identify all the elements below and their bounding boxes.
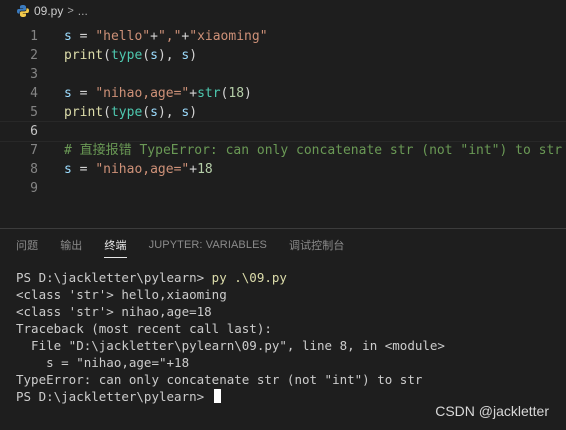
code-text: s = "nihao,age="+18: [64, 160, 213, 179]
line-number: 5: [30, 105, 38, 120]
code-token: print: [64, 48, 104, 63]
code-line[interactable]: 4s = "nihao,age="+str(18): [0, 84, 566, 103]
line-number: 8: [30, 162, 38, 177]
code-token: type: [110, 105, 143, 120]
code-token: s: [64, 86, 72, 101]
bottom-panel: 问题 输出 终端 JUPYTER: VARIABLES 调试控制台 PS D:\jack…: [0, 228, 566, 430]
code-token: +: [189, 162, 198, 177]
panel-tabs: 问题 输出 终端 JUPYTER: VARIABLES 调试控制台: [0, 229, 350, 261]
code-token: ): [189, 105, 198, 120]
line-number: 2: [30, 48, 38, 63]
code-text: s = "nihao,age="+str(18): [64, 84, 252, 103]
code-text: print(type(s), s): [64, 46, 197, 65]
line-number: 9: [30, 181, 38, 196]
code-token: (: [142, 48, 151, 63]
panel-tab[interactable]: 终端: [104, 231, 127, 259]
code-token: s: [64, 29, 72, 44]
terminal-output-line: File "D:\jackletter\pylearn\09.py", line…: [16, 338, 445, 353]
terminal-output-line: Traceback (most recent call last):: [16, 321, 272, 336]
line-number: 1: [30, 29, 38, 44]
code-token: =: [71, 162, 96, 177]
code-token: "nihao,age=": [95, 86, 190, 101]
code-token: +: [150, 29, 158, 44]
code-token: =: [71, 29, 96, 44]
panel-tab[interactable]: JUPYTER: VARIABLES: [149, 233, 267, 257]
code-line[interactable]: 7 # 直接报错 TypeError: can only concatenate …: [0, 141, 566, 160]
code-token: # 直接报错 TypeError: can only concatenate s…: [64, 143, 563, 158]
code-token: (: [142, 105, 151, 120]
code-text: # 直接报错 TypeError: can only concatenate s…: [64, 141, 562, 160]
code-token: ",": [157, 29, 182, 44]
breadcrumb: 09.py > ...: [0, 0, 566, 22]
breadcrumb-ellipsis[interactable]: ...: [78, 4, 88, 18]
code-token: s: [150, 48, 158, 63]
code-editor[interactable]: 1s = "hello"+","+"xiaoming" 2 print(type(s…: [0, 27, 566, 198]
code-line[interactable]: 9: [0, 179, 566, 198]
terminal-cursor: [213, 389, 221, 403]
line-number: 3: [30, 67, 38, 82]
code-line[interactable]: 8 s = "nihao,age="+18: [0, 160, 566, 179]
code-token: "hello": [95, 29, 151, 44]
terminal-prompt-line: PS D:\jackletter\pylearn>: [16, 388, 445, 405]
code-token: "nihao,age=": [95, 162, 190, 177]
breadcrumb-file[interactable]: 09.py: [34, 4, 63, 18]
terminal[interactable]: PS D:\jackletter\pylearn> py .\09.py <cl…: [16, 269, 445, 405]
code-token: ),: [157, 48, 182, 63]
code-token: "xiaoming": [189, 29, 268, 44]
code-token: ): [189, 48, 198, 63]
code-token: 18: [197, 162, 213, 177]
terminal-output-line: TypeError: can only concatenate str (not…: [16, 372, 423, 387]
line-number: 4: [30, 86, 38, 101]
code-token: str: [197, 86, 221, 101]
code-line[interactable]: 2 print(type(s), s): [0, 46, 566, 65]
code-token: s: [64, 162, 72, 177]
terminal-command-line: PS D:\jackletter\pylearn> py .\09.py: [16, 269, 445, 286]
terminal-output-line: s = "nihao,age="+18: [16, 355, 190, 370]
terminal-output: <class 'str'> hello,xiaoming <class 'str'…: [16, 286, 445, 388]
terminal-command: py .\09.py: [211, 270, 287, 285]
code-token: ),: [157, 105, 182, 120]
python-file-icon: [17, 5, 29, 17]
code-token: =: [71, 86, 96, 101]
line-number: 6: [30, 124, 38, 139]
terminal-output-line: <class 'str'> nihao,age=18: [16, 304, 212, 319]
code-line[interactable]: 3: [0, 65, 566, 84]
code-token: ): [244, 86, 252, 101]
code-token: type: [110, 48, 143, 63]
code-token: (: [103, 105, 111, 120]
code-line[interactable]: 5 print(type(s), s): [0, 103, 566, 122]
code-line[interactable]: 6: [0, 121, 566, 142]
code-token: 18: [228, 86, 245, 101]
code-text: print(type(s), s): [64, 103, 197, 122]
line-number: 7: [30, 143, 38, 158]
code-token: (: [103, 48, 111, 63]
terminal-prompt: PS D:\jackletter\pylearn>: [16, 389, 212, 404]
panel-tab[interactable]: 问题: [16, 231, 38, 259]
code-token: print: [64, 105, 104, 120]
terminal-prompt: PS D:\jackletter\pylearn>: [16, 270, 212, 285]
watermark: CSDN @jackletter: [435, 403, 549, 419]
code-text: s = "hello"+","+"xiaoming": [64, 27, 268, 46]
panel-tab[interactable]: 调试控制台: [289, 231, 345, 259]
terminal-output-line: <class 'str'> hello,xiaoming: [16, 287, 227, 302]
code-line[interactable]: 1s = "hello"+","+"xiaoming": [0, 27, 566, 46]
chevron-right-icon: >: [67, 5, 74, 17]
panel-tab[interactable]: 输出: [60, 231, 82, 259]
code-token: s: [150, 105, 158, 120]
code-token: +: [189, 86, 198, 101]
